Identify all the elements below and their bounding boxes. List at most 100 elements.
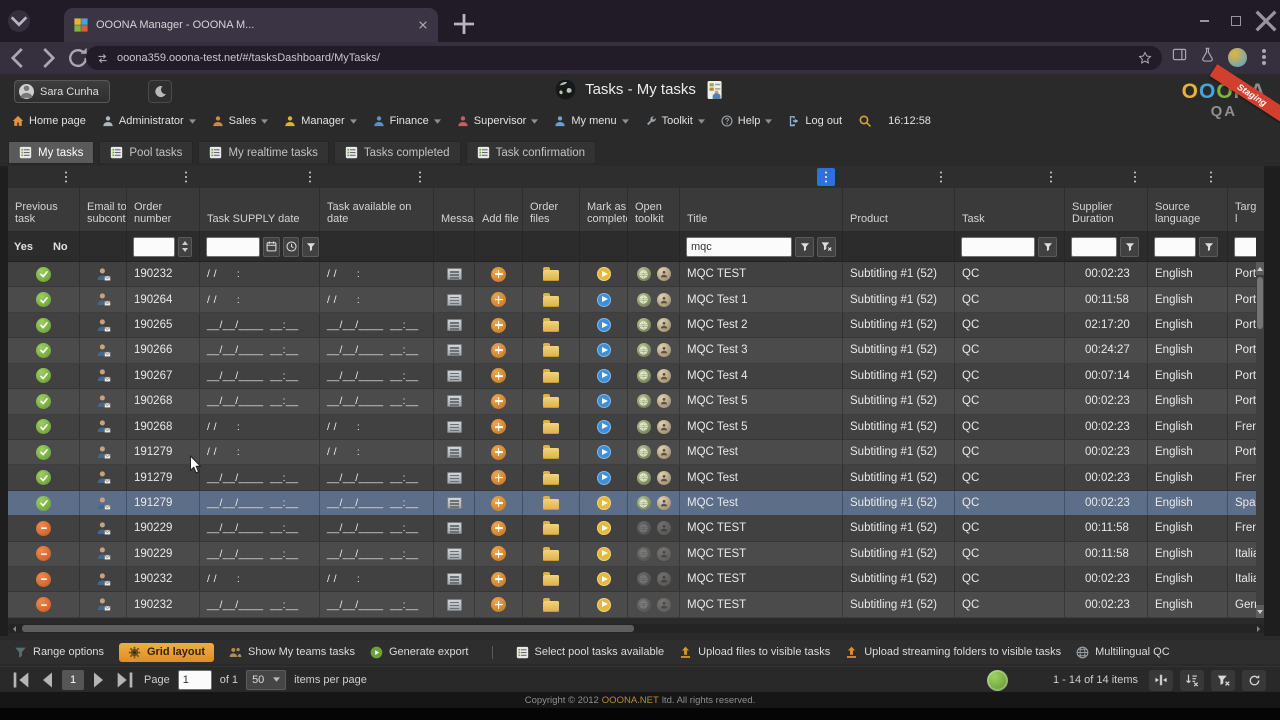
folder-icon[interactable]: [543, 423, 559, 434]
folder-icon[interactable]: [543, 397, 559, 408]
tab-my-realtime-tasks[interactable]: My realtime tasks: [198, 141, 328, 164]
date-placeholder[interactable]: / / :: [327, 294, 360, 306]
column-menu-button[interactable]: [1042, 168, 1060, 186]
toolkit-globe-icon[interactable]: [637, 267, 651, 281]
mark-complete-play-icon[interactable]: [597, 318, 611, 332]
email-subcontractor-icon[interactable]: [96, 546, 111, 561]
toolkit-person-icon[interactable]: [657, 598, 671, 612]
toolbar-item-upload-streaming-folders-to-visible-tasks[interactable]: Upload streaming folders to visible task…: [845, 646, 1061, 659]
date-placeholder[interactable]: / / :: [327, 268, 360, 280]
menu-item-manager[interactable]: Manager: [284, 115, 356, 127]
window-minimize-button[interactable]: [1190, 10, 1218, 32]
tab-my-tasks[interactable]: My tasks: [8, 141, 94, 164]
table-row[interactable]: 190264/ / :/ / :MQC Test 1Subtitling #1 …: [8, 287, 1264, 312]
task-filter-input[interactable]: [961, 237, 1035, 257]
clear-filters-button[interactable]: [1211, 670, 1235, 691]
date-placeholder[interactable]: __/__/____ __:__: [327, 319, 418, 331]
date-placeholder[interactable]: __/__/____ __:__: [327, 370, 418, 382]
scroll-down-arrow[interactable]: [1256, 605, 1264, 618]
clear-sort-button[interactable]: [1180, 670, 1204, 691]
calendar-icon[interactable]: [263, 237, 280, 257]
date-placeholder[interactable]: __/__/____ __:__: [207, 599, 298, 611]
message-icon[interactable]: [447, 370, 462, 382]
email-subcontractor-icon[interactable]: [96, 318, 111, 333]
toolkit-globe-icon[interactable]: [637, 318, 651, 332]
column-header-task[interactable]: Task: [955, 188, 1065, 231]
folder-icon[interactable]: [543, 372, 559, 383]
mark-complete-play-icon[interactable]: [597, 471, 611, 485]
mark-complete-play-icon[interactable]: [597, 420, 611, 434]
current-page-button[interactable]: 1: [62, 670, 84, 690]
mark-complete-play-icon[interactable]: [597, 496, 611, 510]
table-row[interactable]: 190266__/__/____ __:____/__/____ __:__MQ…: [8, 338, 1264, 363]
order-number-filter-input[interactable]: [133, 237, 175, 257]
date-placeholder[interactable]: __/__/____ __:__: [327, 344, 418, 356]
date-placeholder[interactable]: / / :: [327, 573, 360, 585]
refresh-button[interactable]: [1242, 670, 1266, 691]
toolkit-globe-icon[interactable]: [637, 343, 651, 357]
duration-funnel-icon[interactable]: [1120, 237, 1139, 257]
toolkit-globe-icon[interactable]: [637, 420, 651, 434]
mark-complete-play-icon[interactable]: [597, 343, 611, 357]
toolkit-person-icon[interactable]: [657, 572, 671, 586]
date-placeholder[interactable]: __/__/____ __:__: [207, 497, 298, 509]
folder-icon[interactable]: [543, 499, 559, 510]
add-file-icon[interactable]: [491, 292, 506, 307]
email-subcontractor-icon[interactable]: [96, 394, 111, 409]
message-icon[interactable]: [447, 599, 462, 611]
tab-tasks-completed[interactable]: Tasks completed: [334, 141, 461, 164]
date-placeholder[interactable]: / / :: [327, 421, 360, 433]
column-header-message[interactable]: Messag: [434, 188, 475, 231]
add-file-icon[interactable]: [491, 267, 506, 282]
search-icon[interactable]: [858, 114, 872, 128]
duration-filter-input[interactable]: [1071, 237, 1117, 257]
toolkit-person-icon[interactable]: [657, 547, 671, 561]
menu-item-home-page[interactable]: Home page: [12, 115, 86, 127]
scroll-right-arrow[interactable]: [1252, 624, 1264, 633]
toolkit-person-icon[interactable]: [657, 267, 671, 281]
toolkit-person-icon[interactable]: [657, 369, 671, 383]
email-subcontractor-icon[interactable]: [96, 572, 111, 587]
title-funnel-icon[interactable]: [795, 237, 814, 257]
target-language-filter-input[interactable]: [1234, 237, 1256, 257]
column-header-mark-as-complete[interactable]: Mark as complete: [580, 188, 628, 231]
email-subcontractor-icon[interactable]: [96, 445, 111, 460]
menu-item-log-out[interactable]: Log out: [788, 115, 842, 127]
back-button[interactable]: [6, 46, 30, 70]
table-row[interactable]: 190232/ / :/ / :MQC TESTSubtitling #1 (5…: [8, 262, 1264, 287]
message-icon[interactable]: [447, 319, 462, 331]
add-file-icon[interactable]: [491, 445, 506, 460]
source-language-filter-input[interactable]: [1154, 237, 1196, 257]
chrome-menu-icon[interactable]: [1262, 55, 1266, 59]
column-header-open-toolkit[interactable]: Open toolkit: [628, 188, 680, 231]
toolkit-person-icon[interactable]: [657, 343, 671, 357]
add-file-icon[interactable]: [491, 318, 506, 333]
message-icon[interactable]: [447, 446, 462, 458]
table-row[interactable]: 190232/ / :/ / :MQC TESTSubtitling #1 (5…: [8, 567, 1264, 592]
forward-button[interactable]: [36, 46, 60, 70]
toolbar-item-generate-export[interactable]: Generate export: [370, 646, 469, 659]
toolkit-person-icon[interactable]: [657, 445, 671, 459]
toolkit-person-icon[interactable]: [657, 496, 671, 510]
menu-item-supervisor[interactable]: Supervisor: [457, 115, 539, 127]
date-placeholder[interactable]: / / :: [327, 446, 360, 458]
date-placeholder[interactable]: / / :: [207, 294, 240, 306]
window-maximize-button[interactable]: [1222, 10, 1250, 32]
column-menu-button[interactable]: [1202, 168, 1220, 186]
column-menu-button[interactable]: [177, 168, 195, 186]
message-icon[interactable]: [447, 344, 462, 356]
folder-icon[interactable]: [543, 474, 559, 485]
toolkit-globe-icon[interactable]: [637, 598, 651, 612]
toolkit-person-icon[interactable]: [657, 521, 671, 535]
user-chip[interactable]: Sara Cunha: [14, 80, 110, 103]
clock-icon[interactable]: [283, 237, 300, 257]
previous-page-button[interactable]: [36, 670, 58, 690]
email-subcontractor-icon[interactable]: [96, 343, 111, 358]
title-clear-funnel-icon[interactable]: [817, 237, 836, 257]
email-subcontractor-icon[interactable]: [96, 292, 111, 307]
add-file-icon[interactable]: [491, 343, 506, 358]
order-number-spinner[interactable]: [178, 237, 192, 257]
toolbar-item-show-my-teams-tasks[interactable]: Show My teams tasks: [229, 646, 355, 659]
mark-complete-play-icon[interactable]: [597, 267, 611, 281]
menu-item-help[interactable]: Help: [721, 115, 773, 127]
